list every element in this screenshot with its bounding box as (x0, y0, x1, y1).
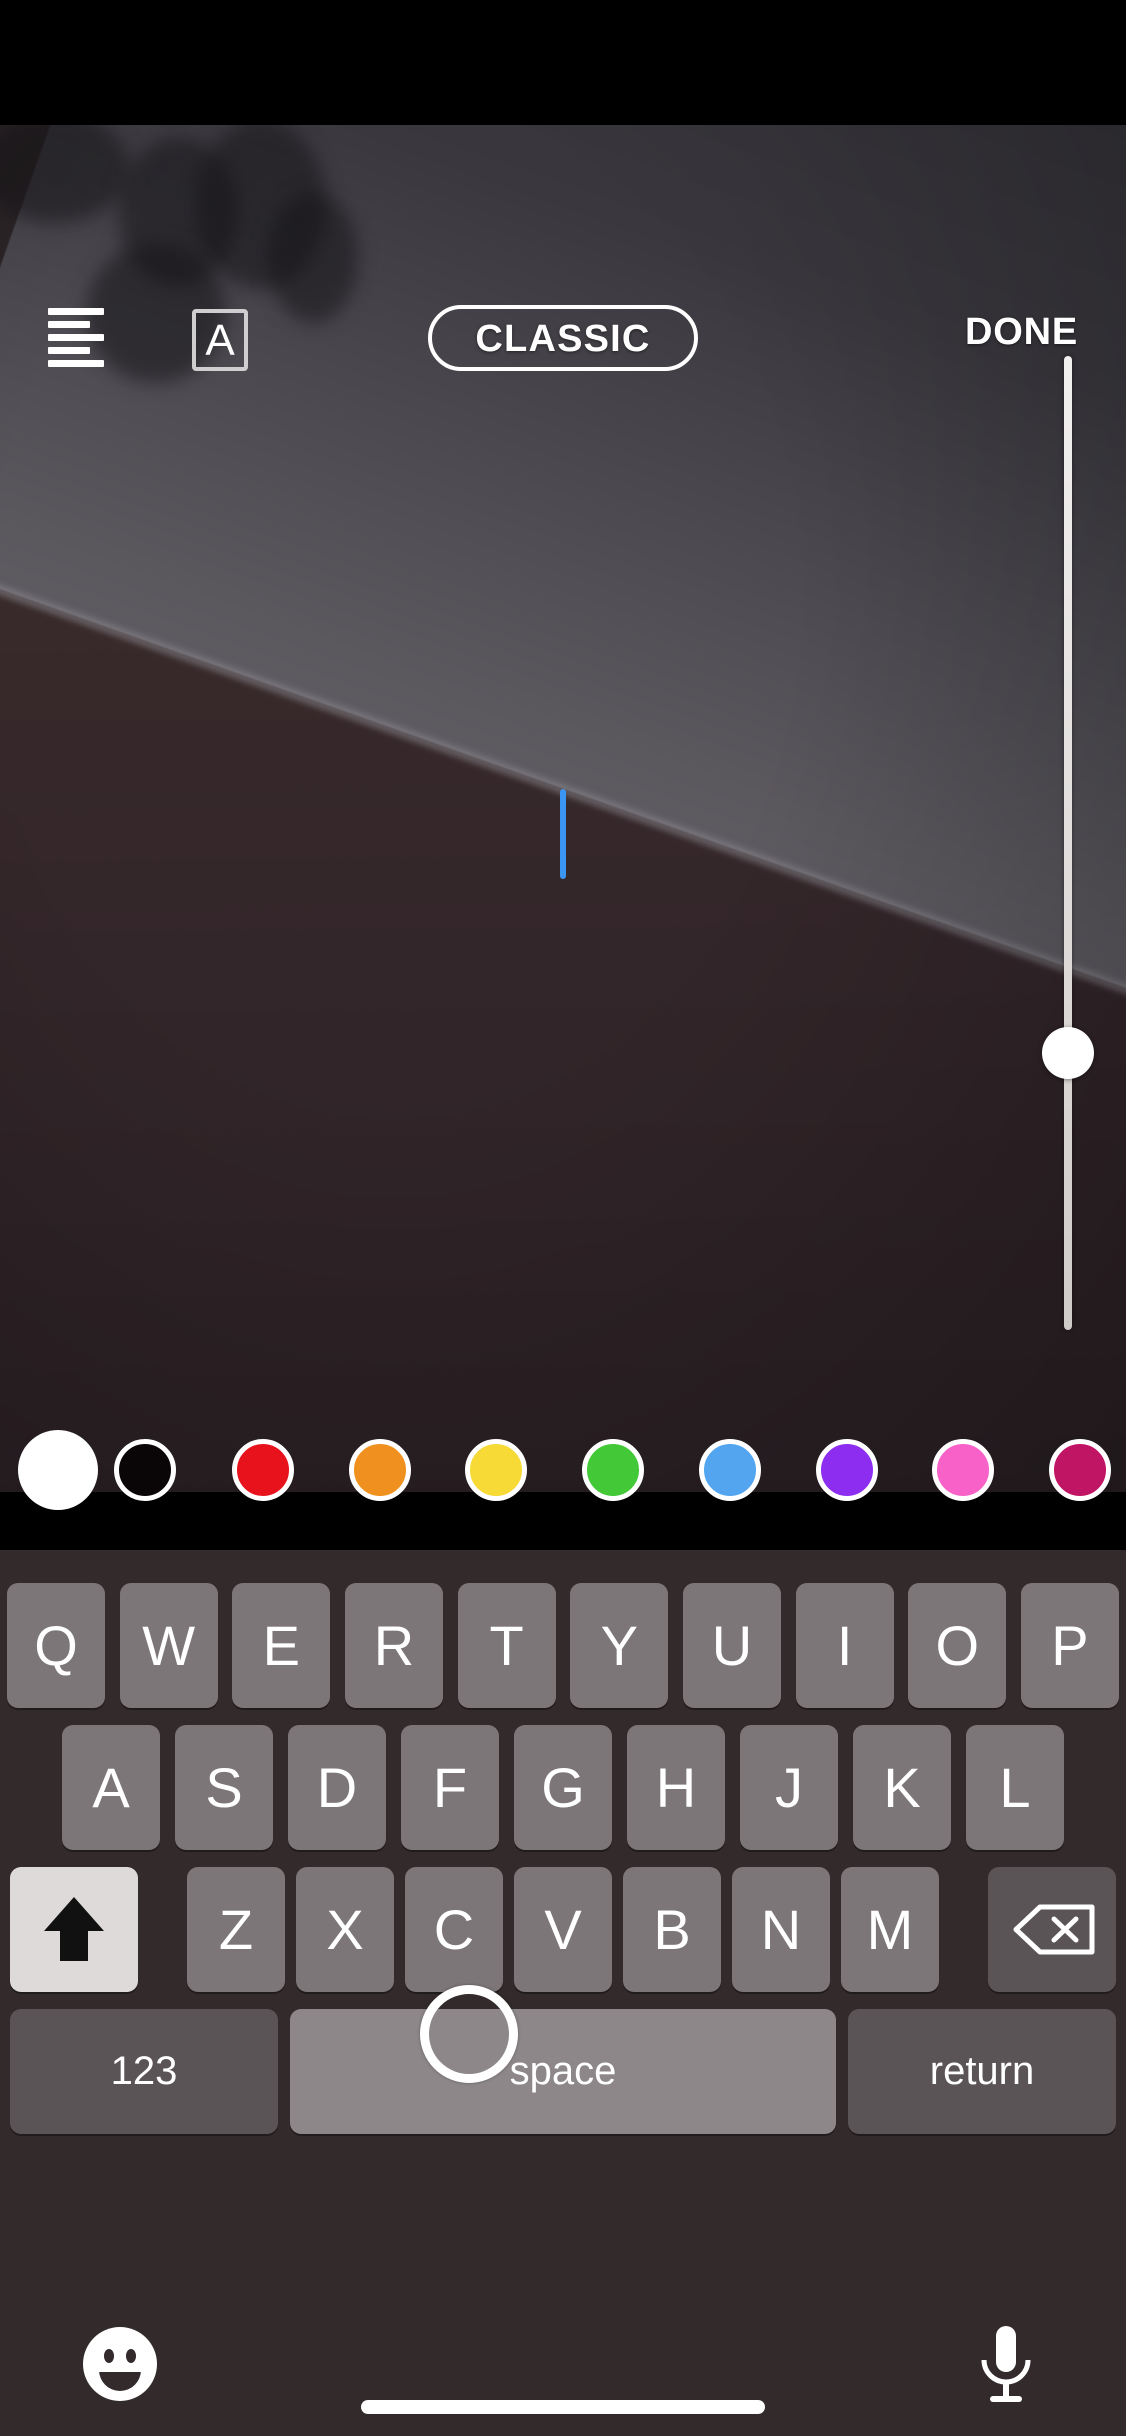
key-v[interactable]: V (514, 1867, 612, 1992)
return-key[interactable]: return (848, 2009, 1116, 2134)
color-swatch-red[interactable] (232, 1439, 294, 1501)
on-screen-keyboard: QWERTYUIOP ASDFGHJKL ZXCVBNM 123 space r… (0, 1550, 1126, 2290)
color-swatch-green[interactable] (582, 1439, 644, 1501)
color-swatch-white[interactable] (18, 1430, 98, 1510)
font-picker-button[interactable]: A (192, 309, 248, 371)
home-indicator (361, 2400, 765, 2414)
keyboard-bottom-bar (0, 2290, 1126, 2436)
phone-screen: A CLASSIC DONE QWERTYUIOP ASDFGHJKL ZXCV… (0, 0, 1126, 2436)
key-t[interactable]: T (457, 1583, 556, 1708)
key-a[interactable]: A (62, 1725, 160, 1850)
slider-thumb[interactable] (1042, 1027, 1094, 1079)
backspace-key[interactable] (988, 1867, 1116, 1992)
color-swatch-magenta[interactable] (1049, 1439, 1111, 1501)
keyboard-row-2: ASDFGHJKL (0, 1725, 1126, 1850)
keyboard-row-3: ZXCVBNM (0, 1867, 1126, 1992)
key-l[interactable]: L (966, 1725, 1064, 1850)
key-o[interactable]: O (908, 1583, 1007, 1708)
keyboard-row-1: QWERTYUIOP (0, 1583, 1126, 1708)
key-h[interactable]: H (627, 1725, 725, 1850)
color-swatch-yellow[interactable] (465, 1439, 527, 1501)
key-z[interactable]: Z (187, 1867, 285, 1992)
key-n[interactable]: N (732, 1867, 830, 1992)
key-r[interactable]: R (344, 1583, 443, 1708)
color-swatch-pink[interactable] (932, 1439, 994, 1501)
key-g[interactable]: G (514, 1725, 612, 1850)
color-swatch-blue[interactable] (699, 1439, 761, 1501)
key-y[interactable]: Y (570, 1583, 669, 1708)
microphone-icon[interactable] (968, 2322, 1044, 2406)
done-button[interactable]: DONE (965, 311, 1078, 354)
key-u[interactable]: U (682, 1583, 781, 1708)
keyboard-row-4: 123 space return (0, 2009, 1126, 2134)
key-p[interactable]: P (1020, 1583, 1119, 1708)
text-style-button[interactable]: CLASSIC (428, 305, 698, 371)
key-f[interactable]: F (401, 1725, 499, 1850)
key-d[interactable]: D (288, 1725, 386, 1850)
key-i[interactable]: I (795, 1583, 894, 1708)
text-align-justify-icon[interactable] (48, 308, 104, 367)
key-e[interactable]: E (232, 1583, 331, 1708)
key-b[interactable]: B (623, 1867, 721, 1992)
key-x[interactable]: X (296, 1867, 394, 1992)
color-palette (0, 1410, 1126, 1530)
numbers-key[interactable]: 123 (10, 2009, 278, 2134)
status-bar (0, 0, 1126, 125)
color-swatch-purple[interactable] (816, 1439, 878, 1501)
font-size-slider[interactable] (1042, 356, 1094, 1330)
key-s[interactable]: S (175, 1725, 273, 1850)
key-k[interactable]: K (853, 1725, 951, 1850)
editor-toolbar: A CLASSIC DONE (0, 125, 1126, 371)
keyboard-letters-3: ZXCVBNM (187, 1867, 939, 1992)
color-swatch-orange[interactable] (349, 1439, 411, 1501)
key-c[interactable]: C (405, 1867, 503, 1992)
key-j[interactable]: J (740, 1725, 838, 1850)
text-cursor (560, 789, 566, 879)
space-key[interactable]: space (290, 2009, 836, 2134)
slider-track[interactable] (1064, 356, 1072, 1330)
key-q[interactable]: Q (7, 1583, 105, 1708)
shift-key[interactable] (10, 1867, 138, 1992)
color-swatch-black[interactable] (114, 1439, 176, 1501)
emoji-smiley-icon[interactable] (82, 2326, 158, 2402)
key-m[interactable]: M (841, 1867, 939, 1992)
key-w[interactable]: W (119, 1583, 218, 1708)
